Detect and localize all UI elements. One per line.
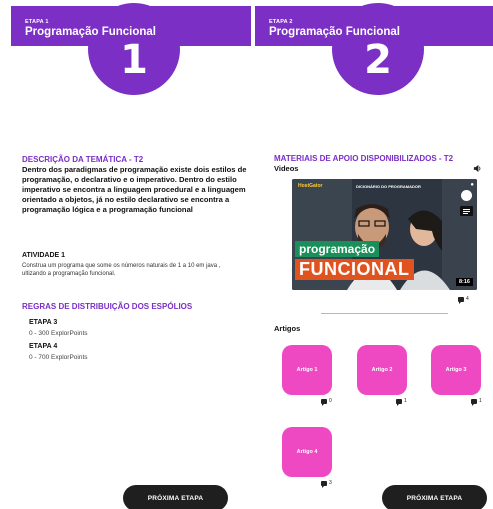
stage-1-panel: 1 ETAPA 1 Programação Funcional DESCRIÇÃ… <box>11 0 251 509</box>
activity-label: ATIVIDADE 1 <box>22 252 66 259</box>
stage-number-badge: 2 <box>332 3 424 95</box>
comment-icon <box>471 398 477 406</box>
comment-count: 3 <box>329 480 332 486</box>
video-title-word-1: programação <box>295 241 380 257</box>
description-body: Dentro dos paradigmas de programação exi… <box>22 165 247 214</box>
stage-number-badge: 1 <box>88 3 180 95</box>
section-divider <box>321 313 448 314</box>
article-card[interactable]: Artigo 3 <box>431 345 481 395</box>
video-comment-count[interactable]: 4 <box>458 296 469 304</box>
comment-icon <box>458 296 464 304</box>
video-menu-icon[interactable]: ● <box>470 182 474 188</box>
stage-label: ETAPA 2 <box>269 19 293 25</box>
video-title-word-2: FUNCIONAL <box>295 259 414 280</box>
comment-count: 4 <box>466 296 469 302</box>
comment-icon <box>321 480 327 488</box>
video-thumbnail[interactable]: HostGator DICIONÁRIO DO PROGRAMADOR ● pr… <box>292 179 477 290</box>
stage-2-panel: 2 ETAPA 2 Programação Funcional MATERIAI… <box>255 0 493 509</box>
comment-count: 1 <box>404 398 407 404</box>
video-brand: HostGator <box>298 183 323 189</box>
description-title: DESCRIÇÃO DA TEMÁTICA - T2 <box>22 155 144 164</box>
stage-number: 1 <box>120 37 148 83</box>
rules-title: REGRAS DE DISTRIBUIÇÃO DOS ESPÓLIOS <box>22 302 193 311</box>
stage-title: Programação Funcional <box>269 26 401 38</box>
materials-title: MATERIAIS DE APOIO DISPONIBILIZADOS - T2 <box>274 154 454 163</box>
comment-icon <box>396 398 402 406</box>
video-duration: 8:16 <box>455 278 473 286</box>
queue-icon[interactable] <box>460 206 473 216</box>
article-card[interactable]: Artigo 4 <box>282 427 332 477</box>
comment-count: 0 <box>329 398 332 404</box>
stage-number: 2 <box>364 37 392 83</box>
articles-label: Artigos <box>274 324 301 333</box>
article-card[interactable]: Artigo 1 <box>282 345 332 395</box>
comment-count: 1 <box>479 398 482 404</box>
rule-stage-name: ETAPA 3 <box>29 319 58 326</box>
article-comment-count[interactable]: 3 <box>321 480 332 488</box>
next-stage-button[interactable]: PRÓXIMA ETAPA <box>123 485 228 509</box>
activity-body: Construa um programa que some os números… <box>22 263 221 277</box>
article-comment-count[interactable]: 1 <box>471 398 482 406</box>
article-card[interactable]: Artigo 2 <box>357 345 407 395</box>
clock-icon[interactable] <box>461 190 472 201</box>
article-comment-count[interactable]: 1 <box>396 398 407 406</box>
videos-label: Videos <box>274 164 299 173</box>
next-stage-button[interactable]: PRÓXIMA ETAPA <box>382 485 487 509</box>
comment-icon <box>321 398 327 406</box>
speaker-icon[interactable] <box>473 164 482 173</box>
article-comment-count[interactable]: 0 <box>321 398 332 406</box>
stage-label: ETAPA 1 <box>25 19 49 25</box>
rule-stage-name: ETAPA 4 <box>29 343 58 350</box>
rule-stage-points: 0 - 700 ExplorPoints <box>29 354 88 361</box>
video-channel: DICIONÁRIO DO PROGRAMADOR <box>356 184 421 189</box>
rule-stage-points: 0 - 300 ExplorPoints <box>29 330 88 337</box>
stage-title: Programação Funcional <box>25 26 157 38</box>
